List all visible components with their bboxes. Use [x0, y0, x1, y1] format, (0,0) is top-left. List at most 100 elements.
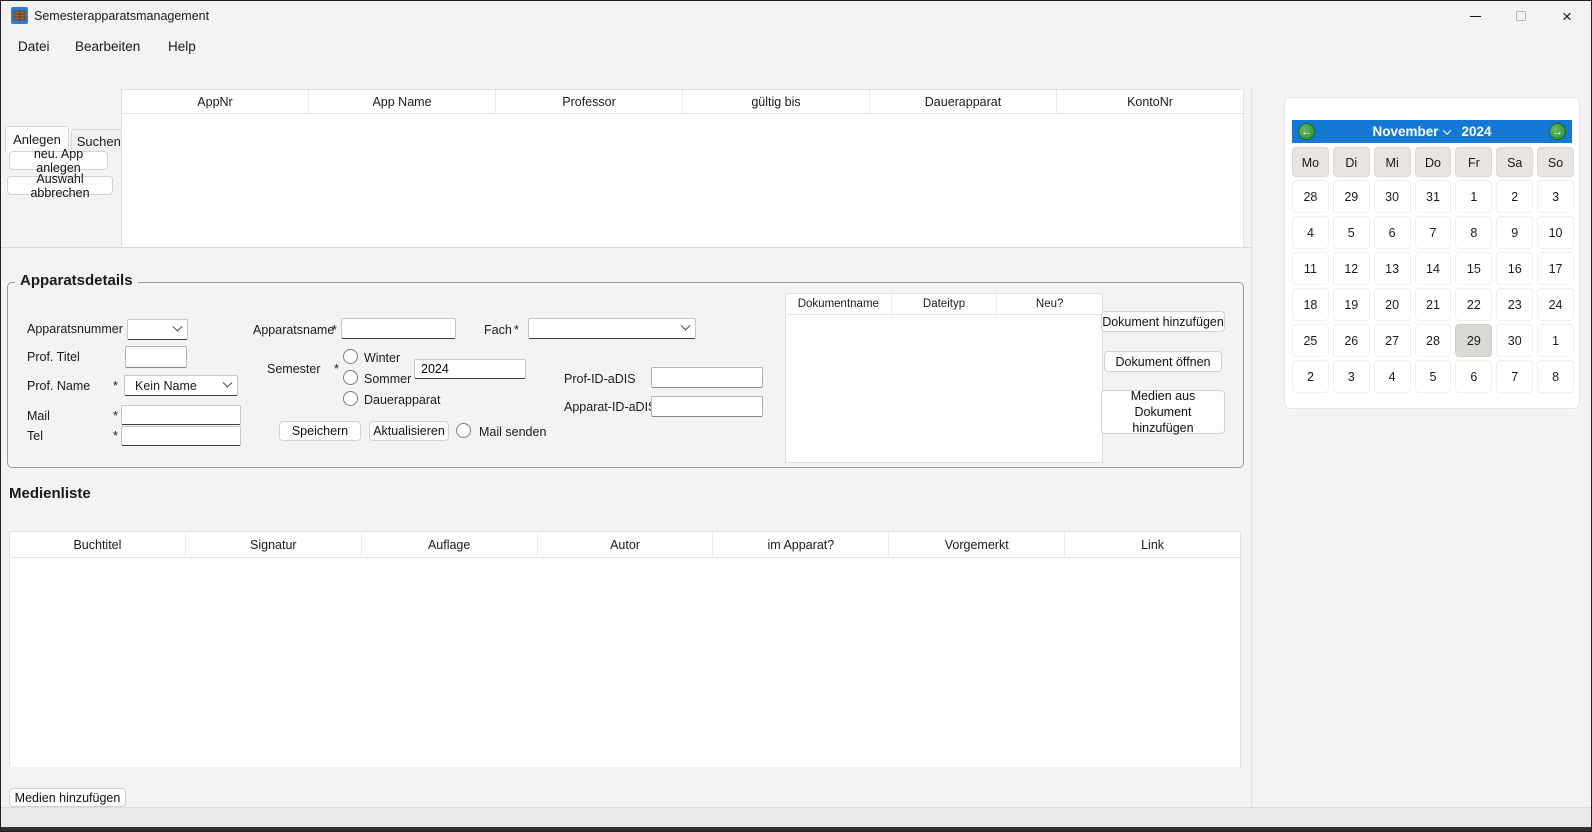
- apparat-id-adis-input[interactable]: [651, 396, 763, 417]
- new-app-button[interactable]: neu. App anlegen: [9, 151, 108, 170]
- menu-item-bearbeiten[interactable]: Bearbeiten: [71, 37, 144, 56]
- calendar-day[interactable]: 27: [1374, 324, 1411, 357]
- content-divider: [1251, 90, 1252, 807]
- calendar-day[interactable]: 16: [1496, 252, 1533, 285]
- calendar-day[interactable]: 17: [1537, 252, 1574, 285]
- documents-col-dokumentname[interactable]: Dokumentname: [786, 294, 892, 314]
- aktualisieren-button[interactable]: Aktualisieren: [369, 421, 449, 441]
- dokument-hinzufuegen-button[interactable]: Dokument hinzufügen: [1101, 311, 1225, 332]
- calendar-day[interactable]: 6: [1374, 216, 1411, 249]
- prof-titel-input[interactable]: [125, 346, 187, 368]
- mail-label: Mail: [27, 409, 50, 423]
- menu-item-datei[interactable]: Datei: [14, 37, 54, 56]
- apparatsname-input[interactable]: [341, 318, 456, 339]
- calendar-day[interactable]: 3: [1537, 180, 1574, 213]
- calendar-day[interactable]: 4: [1374, 360, 1411, 393]
- calendar-day[interactable]: 7: [1496, 360, 1533, 393]
- speichern-button[interactable]: Speichern: [279, 421, 361, 441]
- medien-hinzufuegen-button[interactable]: Medien hinzufügen: [9, 788, 126, 807]
- app-table-col-professor[interactable]: Professor: [496, 90, 683, 113]
- media-col-autor[interactable]: Autor: [538, 532, 714, 557]
- calendar-day[interactable]: 6: [1455, 360, 1492, 393]
- winter-radio[interactable]: [343, 349, 358, 364]
- calendar-day[interactable]: 18: [1292, 288, 1329, 321]
- calendar-day[interactable]: 20: [1374, 288, 1411, 321]
- dauerapparat-radio[interactable]: [343, 391, 358, 406]
- window-bottom-edge: [1, 827, 1591, 832]
- calendar-day[interactable]: 26: [1333, 324, 1370, 357]
- calendar-day[interactable]: 24: [1537, 288, 1574, 321]
- media-col-auflage[interactable]: Auflage: [362, 532, 538, 557]
- prev-month-button[interactable]: ←: [1298, 123, 1315, 140]
- calendar-day[interactable]: 30: [1496, 324, 1533, 357]
- maximize-button[interactable]: [1498, 1, 1544, 31]
- documents-col-neu[interactable]: Neu?: [997, 294, 1102, 314]
- calendar-day[interactable]: 2: [1496, 180, 1533, 213]
- calendar-day[interactable]: 14: [1415, 252, 1452, 285]
- minimize-button[interactable]: [1452, 1, 1498, 31]
- app-table-col-appnr[interactable]: AppNr: [122, 90, 309, 113]
- calendar-day[interactable]: 7: [1415, 216, 1452, 249]
- calendar-day[interactable]: 28: [1292, 180, 1329, 213]
- calendar-day[interactable]: 28: [1415, 324, 1452, 357]
- calendar-day[interactable]: 8: [1455, 216, 1492, 249]
- calendar-day[interactable]: 11: [1292, 252, 1329, 285]
- calendar-day[interactable]: 29: [1333, 180, 1370, 213]
- calendar-day[interactable]: 10: [1537, 216, 1574, 249]
- sommer-radio-label: Sommer: [364, 372, 411, 386]
- prof-name-combobox[interactable]: Kein Name: [124, 375, 238, 396]
- prof-titel-label: Prof. Titel: [27, 350, 80, 364]
- calendar-day[interactable]: 19: [1333, 288, 1370, 321]
- app-table-col-gueltig-bis[interactable]: gültig bis: [683, 90, 870, 113]
- sommer-radio[interactable]: [343, 370, 358, 385]
- menu-item-help[interactable]: Help: [164, 37, 200, 56]
- calendar-day[interactable]: 1: [1455, 180, 1492, 213]
- app-table-col-appname[interactable]: App Name: [309, 90, 496, 113]
- calendar-month-year[interactable]: November 2024: [1372, 124, 1491, 139]
- calendar-day[interactable]: 25: [1292, 324, 1329, 357]
- media-col-link[interactable]: Link: [1065, 532, 1240, 557]
- apparatsnummer-combobox[interactable]: [127, 319, 188, 340]
- documents-col-dateityp[interactable]: Dateityp: [892, 294, 998, 314]
- calendar-day[interactable]: 1: [1537, 324, 1574, 357]
- calendar-day[interactable]: 15: [1455, 252, 1492, 285]
- calendar-day[interactable]: 2: [1292, 360, 1329, 393]
- calendar-day-header: Di: [1333, 147, 1370, 177]
- dokument-oeffnen-button[interactable]: Dokument öffnen: [1104, 351, 1222, 372]
- calendar-day[interactable]: 5: [1333, 216, 1370, 249]
- calendar-day[interactable]: 5: [1415, 360, 1452, 393]
- calendar-day[interactable]: 4: [1292, 216, 1329, 249]
- media-col-im-apparat[interactable]: im Apparat?: [713, 532, 889, 557]
- calendar-day[interactable]: 3: [1333, 360, 1370, 393]
- apparatsnummer-label: Apparatsnummer: [27, 322, 123, 336]
- calendar-day[interactable]: 8: [1537, 360, 1574, 393]
- medien-aus-dokument-button[interactable]: Medien aus Dokument hinzufügen: [1101, 390, 1225, 434]
- calendar-day[interactable]: 30: [1374, 180, 1411, 213]
- mail-input[interactable]: [121, 405, 241, 425]
- calendar-day[interactable]: 13: [1374, 252, 1411, 285]
- calendar-day[interactable]: 21: [1415, 288, 1452, 321]
- calendar-day[interactable]: 31: [1415, 180, 1452, 213]
- calendar-day[interactable]: 29: [1455, 324, 1492, 357]
- prof-id-adis-input[interactable]: [651, 367, 763, 388]
- app-table-col-kontonr[interactable]: KontoNr: [1057, 90, 1243, 113]
- close-button[interactable]: ×: [1544, 1, 1590, 31]
- next-month-button[interactable]: →: [1549, 123, 1566, 140]
- calendar-day[interactable]: 23: [1496, 288, 1533, 321]
- winter-radio-label: Winter: [364, 351, 400, 365]
- app-table-body: [122, 114, 1243, 247]
- media-col-signatur[interactable]: Signatur: [186, 532, 362, 557]
- media-col-vorgemerkt[interactable]: Vorgemerkt: [889, 532, 1065, 557]
- mail-senden-radio[interactable]: [456, 423, 471, 438]
- calendar-day[interactable]: 12: [1333, 252, 1370, 285]
- app-table-col-dauerapparat[interactable]: Dauerapparat: [870, 90, 1057, 113]
- tel-input[interactable]: [121, 426, 241, 446]
- upper-section-divider: [1, 247, 1252, 248]
- media-col-buchtitel[interactable]: Buchtitel: [10, 532, 186, 557]
- calendar-day[interactable]: 9: [1496, 216, 1533, 249]
- calendar-month-label: November: [1372, 124, 1438, 139]
- fach-combobox[interactable]: [528, 318, 696, 339]
- calendar-day[interactable]: 22: [1455, 288, 1492, 321]
- semester-year-input[interactable]: [414, 359, 526, 379]
- cancel-selection-button[interactable]: Auswahl abbrechen: [7, 176, 113, 195]
